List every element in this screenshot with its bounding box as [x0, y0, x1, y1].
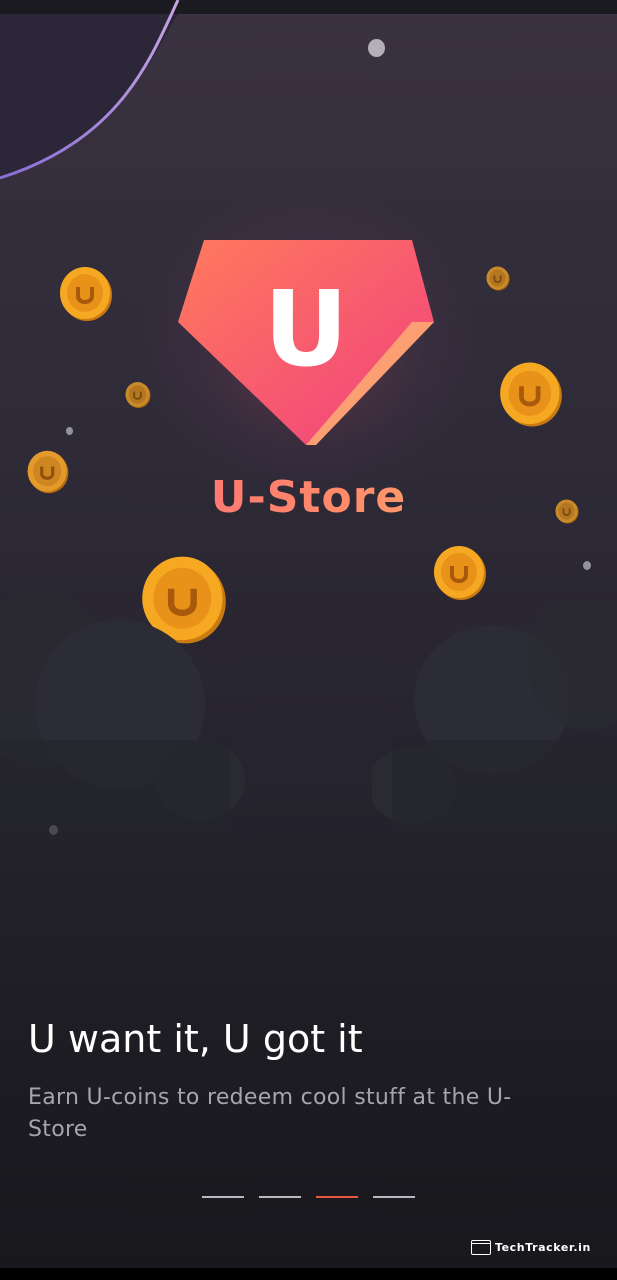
- u-store-logo: U: [178, 240, 434, 445]
- cloud-right: [372, 600, 617, 860]
- brand-name: U-Store: [0, 472, 617, 523]
- sparkle-dot: [66, 427, 73, 435]
- logo-letter: U: [264, 268, 348, 390]
- onboarding-screen: U U-Store U want it, U got it Earn U-coi…: [0, 0, 617, 1280]
- sparkle-dot: [368, 39, 385, 57]
- sparkle-dot: [583, 561, 591, 570]
- navigation-bar-strip: [0, 1268, 617, 1280]
- u-coin-icon: [27, 450, 69, 494]
- corner-wave-shape: [0, 0, 180, 180]
- onboarding-description: Earn U-coins to redeem cool stuff at the…: [28, 1085, 512, 1142]
- onboarding-headline: U want it, U got it: [28, 1017, 363, 1061]
- hero-illustration: U U-Store: [0, 0, 617, 920]
- u-coin-icon: [555, 499, 579, 524]
- page-indicator-dot-1[interactable]: [202, 1196, 244, 1198]
- page-indicator-dot-4[interactable]: [373, 1196, 415, 1198]
- u-coin-icon: [125, 382, 151, 408]
- page-indicator-dot-3-active[interactable]: [316, 1196, 358, 1198]
- u-coin-icon: [500, 362, 562, 427]
- page-indicator-dot-2[interactable]: [259, 1196, 301, 1198]
- u-coin-icon: [434, 546, 486, 600]
- page-indicator: [202, 1196, 416, 1198]
- browser-window-icon: [470, 1239, 491, 1255]
- u-coin-icon: [486, 266, 510, 291]
- watermark-text: TechTracker.in: [494, 1240, 591, 1254]
- watermark: TechTracker.in: [470, 1238, 591, 1256]
- cloud-left: [0, 590, 245, 850]
- u-coin-icon: [60, 267, 112, 321]
